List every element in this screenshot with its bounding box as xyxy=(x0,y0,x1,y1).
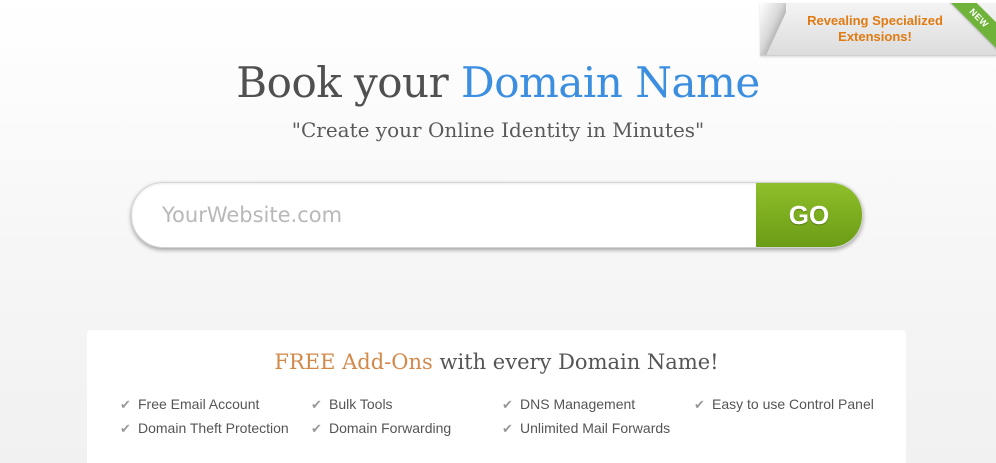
feature-label: Bulk Tools xyxy=(329,396,393,412)
check-icon: ✔ xyxy=(502,421,513,436)
feature-item: ✔ Domain Theft Protection xyxy=(120,420,289,437)
addons-title-rest: with every Domain Name! xyxy=(439,350,719,374)
addons-title: FREE Add-Ons with every Domain Name! xyxy=(87,350,906,374)
page-curl-decoration xyxy=(760,3,786,55)
check-icon: ✔ xyxy=(502,397,513,412)
feature-item: ✔ DNS Management xyxy=(502,396,635,413)
feature-label: Easy to use Control Panel xyxy=(712,396,874,412)
addons-panel: FREE Add-Ons with every Domain Name! ✔ Fr… xyxy=(87,330,906,463)
promo-banner[interactable]: Revealing Specialized Extensions! NEW xyxy=(760,3,996,56)
feature-item: ✔ Easy to use Control Panel xyxy=(694,396,874,413)
title-main: Book your xyxy=(236,58,449,107)
promo-line-2: Extensions! xyxy=(838,29,912,44)
check-icon: ✔ xyxy=(120,421,131,436)
page-title: Book your Domain Name xyxy=(0,58,996,107)
feature-label: DNS Management xyxy=(520,396,636,412)
feature-item: ✔ Unlimited Mail Forwards xyxy=(502,420,670,437)
tagline: "Create your Online Identity in Minutes" xyxy=(291,118,705,142)
title-accent: Domain Name xyxy=(461,58,760,107)
feature-label: Free Email Account xyxy=(138,396,260,412)
check-icon: ✔ xyxy=(311,397,322,412)
feature-label: Unlimited Mail Forwards xyxy=(520,420,671,436)
promo-text[interactable]: Revealing Specialized Extensions! xyxy=(790,13,960,45)
addons-title-highlight: FREE Add-Ons xyxy=(274,350,433,374)
feature-label: Domain Forwarding xyxy=(329,420,452,436)
check-icon: ✔ xyxy=(120,397,131,412)
promo-line-1: Revealing Specialized xyxy=(807,13,943,28)
feature-item: ✔ Bulk Tools xyxy=(311,396,393,413)
check-icon: ✔ xyxy=(311,421,322,436)
feature-item: ✔ Free Email Account xyxy=(120,396,259,413)
check-icon: ✔ xyxy=(694,397,705,412)
domain-search-bar: GO xyxy=(131,182,863,248)
domain-search-input[interactable] xyxy=(132,183,752,247)
feature-item: ✔ Domain Forwarding xyxy=(311,420,451,437)
feature-label: Domain Theft Protection xyxy=(138,420,289,436)
go-button[interactable]: GO xyxy=(756,183,862,247)
